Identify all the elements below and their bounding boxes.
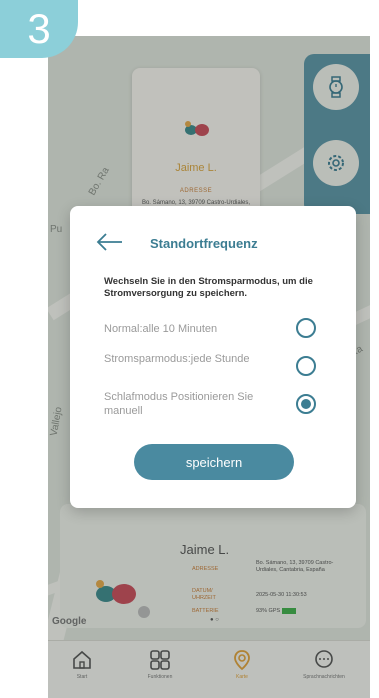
- save-button[interactable]: speichern: [134, 444, 294, 480]
- dialog-title: Standortfrequenz: [150, 236, 258, 251]
- option-sleep-label[interactable]: Schlafmodus Positionieren Sie manuell: [104, 390, 254, 418]
- location-frequency-dialog: Standortfrequenz Wechseln Sie in den Str…: [70, 206, 356, 508]
- back-arrow-icon[interactable]: [96, 232, 124, 252]
- option-power-saving-label[interactable]: Stromsparmodus:jede Stunde: [104, 352, 254, 366]
- radio-normal[interactable]: [296, 318, 316, 338]
- dialog-description: Wechseln Sie in den Stromsparmodus, um d…: [104, 276, 313, 299]
- radio-sleep[interactable]: [296, 394, 316, 414]
- radio-power-saving[interactable]: [296, 356, 316, 376]
- option-normal-label[interactable]: Normal:alle 10 Minuten: [104, 322, 294, 336]
